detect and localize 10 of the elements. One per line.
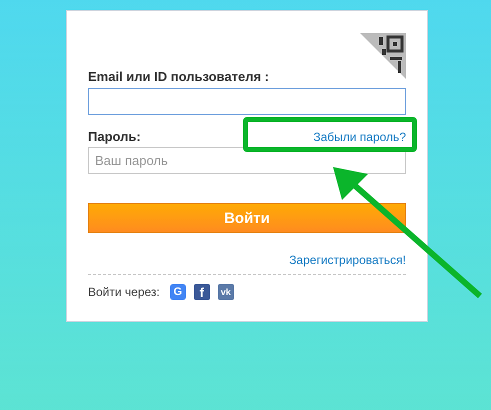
forgot-password-link[interactable]: Забыли пароль?: [313, 130, 406, 144]
qr-code-icon[interactable]: [360, 33, 406, 79]
google-button[interactable]: G: [170, 284, 186, 300]
email-label: Email или ID пользователя :: [88, 69, 270, 84]
email-field[interactable]: [88, 88, 406, 115]
social-login-label: Войти через:: [88, 285, 160, 299]
vk-button[interactable]: vk: [218, 284, 234, 300]
register-link[interactable]: Зарегистрироваться!: [289, 253, 406, 267]
facebook-button[interactable]: f: [194, 284, 210, 300]
password-label: Пароль:: [88, 129, 141, 144]
